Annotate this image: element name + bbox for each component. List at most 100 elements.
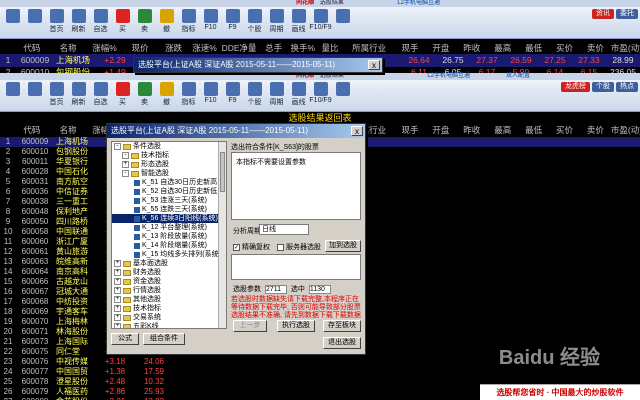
expand-icon[interactable]: + (114, 296, 121, 303)
expand-icon[interactable]: + (122, 161, 129, 168)
column-header-cell[interactable]: 市盈(动) (611, 42, 640, 54)
collapse-icon[interactable]: - (122, 152, 129, 159)
tree-node[interactable]: K_52 自选30日历史新低 (112, 187, 226, 196)
tree-node[interactable]: + 五彩K线 (112, 322, 226, 328)
tree-node[interactable]: K_55 连跌三天(系统) (112, 205, 226, 214)
toolbar-button[interactable]: 指标 (178, 82, 199, 110)
column-header-cell[interactable]: 名称 (49, 42, 87, 54)
tree-node[interactable]: K_15 均线多头排列(系统) (112, 250, 226, 259)
toolbar-button[interactable]: 撤 (156, 9, 177, 37)
toolbar-button[interactable]: 个股 (244, 9, 265, 37)
toolbar-button[interactable] (24, 9, 45, 37)
expand-icon[interactable]: + (114, 269, 121, 276)
check-fq-row[interactable]: ✓ 精确复权 (233, 242, 270, 252)
tree-node[interactable]: K_56 连续3日阳线(系统) (112, 214, 226, 223)
tree-node[interactable]: + 其他选股 (112, 295, 226, 304)
tree-node[interactable]: + 财务选股 (112, 268, 226, 277)
column-header-cell[interactable]: 现价 (122, 42, 158, 54)
toolbar-button[interactable] (332, 82, 353, 110)
column-header-cell[interactable]: 开盘 (425, 124, 456, 136)
tree-node[interactable]: - 条件选股 (112, 142, 226, 151)
formula-button[interactable]: 公式 (111, 333, 139, 345)
toolbar-button[interactable] (24, 82, 45, 110)
toolbar-button[interactable]: 首页 (46, 9, 67, 37)
column-header-cell[interactable]: 昨收 (456, 124, 487, 136)
toolbar-button[interactable]: 画线 (288, 9, 309, 37)
tree-node[interactable]: - 智能选股 (112, 169, 226, 178)
check-multi-row[interactable]: 服务器选股 (277, 242, 321, 252)
toolbar-button[interactable]: 周期 (266, 9, 287, 37)
column-header-cell[interactable]: 最低 (518, 42, 549, 54)
column-header-cell[interactable]: 代码 (15, 124, 50, 136)
toolbar-button[interactable]: F9 (222, 82, 243, 110)
toolbar-quick-button[interactable]: 个股 (592, 82, 614, 92)
toolbar-button[interactable]: F9 (222, 9, 243, 37)
toolbar-quick-button[interactable]: 委托 (616, 9, 638, 19)
column-header-cell[interactable]: 买价 (549, 42, 580, 54)
toolbar-quick-button[interactable]: 龙虎榜 (561, 82, 590, 92)
expand-icon[interactable]: + (114, 305, 121, 312)
column-header-cell[interactable]: 开盘 (425, 42, 456, 54)
column-header-cell[interactable]: 最低 (518, 124, 549, 136)
column-header-cell[interactable]: 代码 (15, 42, 50, 54)
column-header-cell[interactable]: 换手% (289, 42, 316, 54)
tree-node[interactable]: K_51 自选30日历史新高 (112, 178, 226, 187)
tree-node[interactable]: + 资金选股 (112, 277, 226, 286)
toolbar-button[interactable]: 自选 (90, 82, 111, 110)
condition-list[interactable] (231, 254, 361, 280)
toolbar-button[interactable]: F10/F9 (309, 9, 332, 37)
collapse-icon[interactable]: - (114, 143, 121, 150)
column-header-cell[interactable]: 卖价 (580, 124, 611, 136)
column-header-cell[interactable]: 名称 (49, 124, 87, 136)
column-header-cell[interactable]: 买价 (549, 124, 580, 136)
tree-node[interactable]: + 行情选股 (112, 286, 226, 295)
toolbar-quick-button[interactable]: 热点 (616, 82, 638, 92)
tree-node[interactable]: K_14 阶段缩量(系统) (112, 241, 226, 250)
column-header-cell[interactable]: 量比 (316, 42, 343, 54)
expand-icon[interactable]: + (114, 278, 121, 285)
toolbar-button[interactable]: 自选 (90, 9, 111, 37)
column-header-cell[interactable]: 昨收 (456, 42, 487, 54)
bottom-ad-banner[interactable]: 选股帮您省时 · 中国最大的炒股软件 (480, 384, 640, 400)
column-header-cell[interactable]: 最高 (487, 42, 518, 54)
tree-node[interactable]: K_13 阶段放量(系统) (112, 232, 226, 241)
expand-icon[interactable]: + (114, 287, 121, 294)
toolbar-button[interactable] (2, 82, 23, 110)
column-header-cell[interactable]: 卖价 (580, 42, 611, 54)
expand-icon[interactable]: + (114, 314, 121, 321)
toolbar-button[interactable]: 刷新 (68, 82, 89, 110)
collapse-icon[interactable]: - (122, 170, 129, 177)
column-header-cell[interactable]: 总手 (258, 42, 289, 54)
tree-scrollbar[interactable] (218, 142, 226, 328)
add-condition-button[interactable]: 加到选股 (325, 240, 361, 252)
prev-step-button[interactable]: 上一步 (233, 320, 267, 332)
toolbar-button[interactable]: 个股 (244, 82, 265, 110)
close-icon[interactable]: x (351, 126, 363, 136)
tree-node[interactable]: + 形态选股 (112, 160, 226, 169)
toolbar-button[interactable]: 撤 (156, 82, 177, 110)
column-header-cell[interactable]: 最高 (487, 124, 518, 136)
column-header-cell[interactable]: DDE净量 (220, 42, 258, 54)
toolbar-button[interactable]: F10 (200, 9, 221, 37)
execute-button[interactable]: 执行选股 (277, 320, 315, 332)
column-header-cell[interactable]: 现手 (395, 124, 426, 136)
tree-node[interactable]: - 技术指标 (112, 151, 226, 160)
toolbar-button[interactable]: 卖 (134, 9, 155, 37)
toolbar-button[interactable]: 指标 (178, 9, 199, 37)
column-header-cell[interactable]: 所属行业 (344, 42, 395, 54)
column-header-cell[interactable]: 涨跌 (158, 42, 189, 54)
toolbar-quick-button[interactable]: 资讯 (592, 9, 614, 19)
fq-checkbox[interactable]: ✓ (233, 243, 240, 251)
tree-node[interactable]: + 技术指标 (112, 304, 226, 313)
save-to-block-button[interactable]: 存至板块 (323, 320, 361, 332)
tree-node[interactable]: + 基本面选股 (112, 259, 226, 268)
toolbar-button[interactable]: 买 (112, 9, 133, 37)
column-header-cell[interactable]: 涨幅% (87, 42, 122, 54)
scroll-thumb[interactable] (220, 152, 225, 192)
tree-node[interactable]: K_53 连涨三天(系统) (112, 196, 226, 205)
close-icon[interactable]: x (368, 60, 380, 70)
toolbar-button[interactable]: 画线 (288, 82, 309, 110)
toolbar-button[interactable]: 买 (112, 82, 133, 110)
tree-node[interactable]: K_12 平台整理(系统) (112, 223, 226, 232)
expand-icon[interactable]: + (114, 323, 121, 328)
